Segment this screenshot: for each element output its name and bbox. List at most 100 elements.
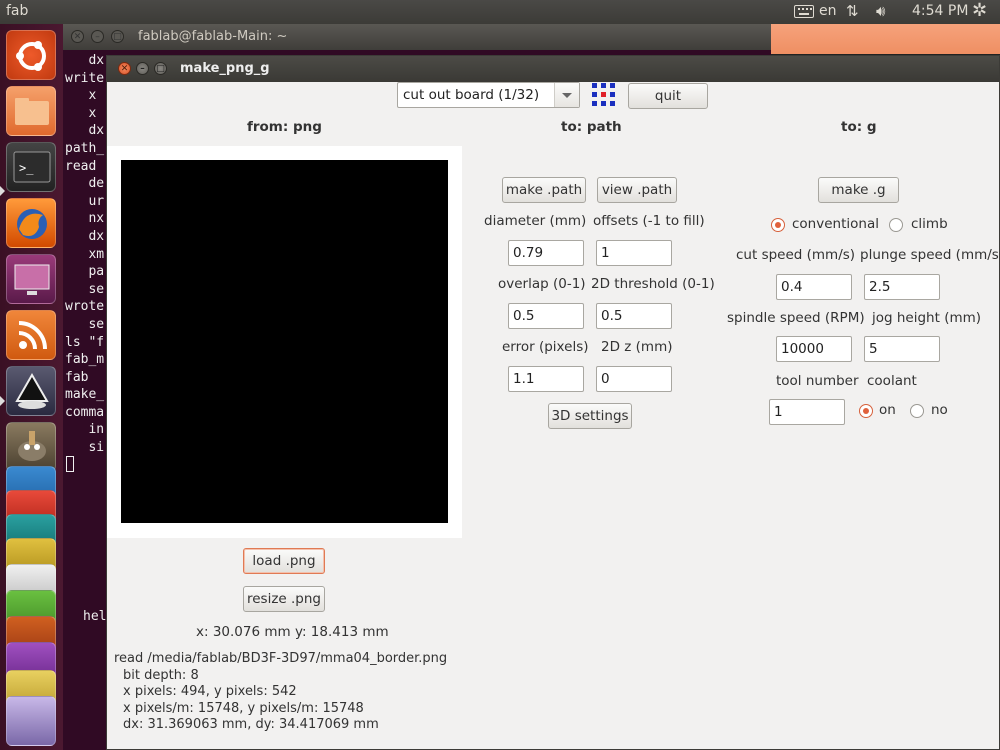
load-png-button[interactable]: load .png [243,548,325,574]
jog-height-label: jog height (mm) [872,310,982,326]
volume-icon[interactable]: 🔊︎ [876,2,885,20]
terminal-line: x [65,88,97,104]
make-path-button[interactable]: make .path [502,177,586,203]
resize-png-button[interactable]: resize .png [243,586,325,612]
terminal-line: xm [65,246,105,262]
inkscape-icon [15,372,49,409]
settings-gear-icon[interactable]: ✲ [972,0,987,21]
maximize-icon[interactable]: □ [154,62,167,75]
terminal-line: si [65,440,105,456]
launcher-item-workspace-switcher[interactable] [6,254,56,304]
overlap-input[interactable] [508,303,584,329]
terminal-line: path_ [65,140,105,156]
plunge-speed-input[interactable] [864,274,940,300]
terminal-close-icon[interactable]: ✕ [71,30,84,43]
threshold-input[interactable] [596,303,672,329]
active-app-arrow-icon [0,186,5,196]
launcher-item-stacked-10[interactable] [6,696,56,746]
offsets-input[interactable] [596,240,672,266]
offsets-label: offsets (-1 to fill) [593,213,705,229]
terminal-line: dx [65,53,105,68]
3d-settings-button[interactable]: 3D settings [548,403,632,429]
diameter-input[interactable] [508,240,584,266]
conventional-label[interactable]: conventional [792,216,879,232]
tool-number-input[interactable] [769,399,845,425]
terminal-line: ls "f [65,334,105,350]
minimize-icon[interactable]: – [136,62,149,75]
info-line-read: read /media/fablab/BD3F-3D97/mma04_borde… [114,651,448,666]
cursor-coordinates: x: 30.076 mm y: 18.413 mm [196,624,389,640]
window-title: make_png_g [180,61,270,76]
conventional-radio[interactable] [771,218,785,232]
terminal-title: fablab@fablab-Main: ~ [138,29,288,44]
terminal-line: fab [65,369,89,385]
keyboard-icon[interactable] [794,5,814,18]
info-line-pixels: x pixels: 494, y pixels: 542 [123,684,297,699]
coolant-off-label[interactable]: no [931,402,948,418]
climb-label[interactable]: climb [911,216,948,232]
view-path-button[interactable]: view .path [597,177,677,203]
monitor-icon [14,264,50,295]
ubuntu-logo-icon [16,41,46,71]
mode-select[interactable]: cut out board (1/32) [397,82,580,108]
terminal-cursor [66,456,74,472]
overlap-label: overlap (0-1) [498,276,586,292]
terminal-output[interactable]: dx write x x dx path_ read de ur nx dx xm p… [65,52,109,457]
terminal-line: dx [65,228,105,244]
window-titlebar[interactable]: ✕ – □ make_png_g [107,56,999,82]
launcher-item-terminal[interactable]: >_ [6,142,56,192]
coolant-label: coolant [867,373,917,389]
to-path-header: to: path [561,119,622,135]
terminal-line: pa [65,264,105,280]
cut-speed-input[interactable] [776,274,852,300]
terminal-line: ur [65,193,105,209]
folder-icon [15,98,49,125]
terminal-maximize-icon[interactable]: □ [111,30,124,43]
coolant-on-radio[interactable] [859,404,873,418]
launcher-item-inkscape[interactable] [6,366,56,416]
terminal-line: fab_m [65,352,105,368]
terminal-titlebar[interactable]: ✕ – □ fablab@fablab-Main: ~ [63,24,771,50]
info-line-pixels-per-m: x pixels/m: 15748, y pixels/m: 15748 [123,700,364,716]
terminal-line: nx [65,211,105,227]
terminal-line: wrote [65,299,105,315]
terminal-minimize-icon[interactable]: – [91,30,104,43]
make-g-button[interactable]: make .g [818,177,899,203]
close-icon[interactable]: ✕ [118,62,131,75]
terminal-line: write [65,70,105,86]
terminal-line: make_ [65,387,105,403]
error-input[interactable] [508,366,584,392]
top-panel: fab en ⇅ 🔊︎ 4:54 PM ✲ [0,0,1000,24]
network-icon[interactable]: ⇅ [846,2,859,20]
launcher-item-ubuntu-dash[interactable] [6,30,56,80]
launcher-item-firefox[interactable] [6,198,56,248]
z-input[interactable] [596,366,672,392]
coolant-off-radio[interactable] [910,404,924,418]
spindle-speed-input[interactable] [776,336,852,362]
background-window-edge [771,24,1000,54]
terminal-line: de [65,176,105,192]
terminal-line: read [65,158,97,174]
cut-speed-label: cut speed (mm/s) [736,247,856,263]
quit-button[interactable]: quit [628,83,708,109]
fab-modules-logo-icon [592,83,616,107]
png-preview-image[interactable] [121,160,448,523]
launcher-item-rss[interactable] [6,310,56,360]
launcher-item-gimp[interactable] [6,422,56,472]
threshold-label: 2D threshold (0-1) [591,276,715,292]
chevron-down-icon[interactable] [554,83,579,107]
climb-radio[interactable] [889,218,903,232]
info-line-bit-depth: bit depth: 8 [123,667,199,683]
terminal-icon: >_ [13,151,51,183]
language-indicator[interactable]: en [819,3,837,19]
rss-icon [18,321,47,350]
jog-height-input[interactable] [864,336,940,362]
launcher-item-files[interactable] [6,86,56,136]
png-info-text: read /media/fablab/BD3F-3D97/mma04_borde… [114,651,447,734]
info-line-size: dx: 31.369063 mm, dy: 34.417069 mm [123,717,379,732]
z-label: 2D z (mm) [601,339,673,355]
spindle-speed-label: spindle speed (RPM) [727,310,865,326]
terminal-line: se [65,281,105,297]
clock[interactable]: 4:54 PM [912,3,968,19]
coolant-on-label[interactable]: on [879,402,896,418]
